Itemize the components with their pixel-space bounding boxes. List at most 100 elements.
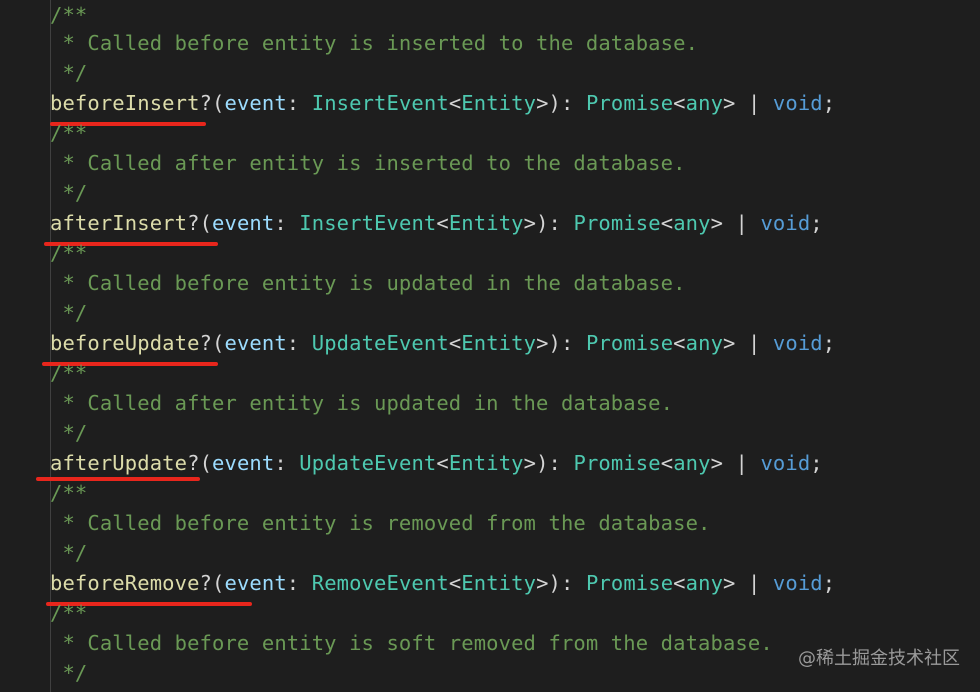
colon: : [286, 571, 312, 595]
code-editor[interactable]: /** * Called before entity is inserted t… [0, 0, 980, 692]
any-type: any [685, 91, 724, 115]
void-keyword: void [760, 451, 811, 475]
colon: : [274, 451, 300, 475]
comment-open: /** [50, 481, 88, 505]
method-name: afterUpdate [50, 451, 188, 475]
optional-token: ? [199, 91, 213, 115]
method-signature-before-update: beforeUpdate?(event: UpdateEvent<Entity>… [50, 328, 835, 358]
gt: > [710, 451, 724, 475]
gt-close: >): [536, 91, 586, 115]
param-name: event [224, 571, 287, 595]
comment-close: */ [50, 181, 88, 205]
lt: < [673, 331, 686, 355]
gt-close: >): [523, 451, 574, 475]
optional-token: ? [199, 331, 213, 355]
comment-open: /** [50, 361, 88, 385]
pipe: | [735, 571, 773, 595]
comment-open: /** [50, 3, 88, 27]
lt: < [660, 451, 674, 475]
comment-close: */ [50, 541, 88, 565]
lt: < [673, 91, 686, 115]
method-signature-after-update: afterUpdate?(event: UpdateEvent<Entity>)… [50, 448, 823, 478]
promise-type: Promise [585, 331, 674, 355]
method-signature-before-insert: beforeInsert?(event: InsertEvent<Entity>… [50, 88, 835, 118]
method-name: beforeRemove [50, 571, 200, 595]
open-paren: ( [212, 91, 225, 115]
pipe: | [735, 91, 773, 115]
method-signature-before-remove: beforeRemove?(event: RemoveEvent<Entity>… [50, 568, 835, 598]
comment-body: * Called after entity is inserted to the… [50, 151, 686, 175]
event-type: UpdateEvent [311, 331, 449, 355]
open-paren: ( [212, 571, 225, 595]
semicolon: ; [822, 91, 836, 115]
entity-type: Entity [448, 211, 524, 235]
comment-close: */ [50, 301, 88, 325]
any-type: any [673, 211, 711, 235]
gt-close: >): [536, 331, 586, 355]
semicolon: ; [810, 451, 823, 475]
entity-type: Entity [461, 571, 537, 595]
pipe: | [723, 451, 761, 475]
gt: > [723, 571, 736, 595]
comment-open: /** [50, 601, 88, 625]
promise-type: Promise [573, 451, 661, 475]
event-type: UpdateEvent [299, 451, 437, 475]
void-keyword: void [772, 91, 823, 115]
promise-type: Promise [573, 211, 661, 235]
pipe: | [735, 331, 773, 355]
comment-close: */ [50, 421, 88, 445]
lt: < [448, 571, 462, 595]
open-paren: ( [199, 211, 213, 235]
pipe: | [723, 211, 761, 235]
any-type: any [673, 451, 711, 475]
semicolon: ; [822, 331, 836, 355]
gt: > [723, 91, 736, 115]
colon: : [286, 331, 312, 355]
comment-close: */ [50, 61, 88, 85]
void-keyword: void [760, 211, 811, 235]
event-type: InsertEvent [311, 91, 449, 115]
gt: > [710, 211, 724, 235]
open-paren: ( [212, 331, 225, 355]
void-keyword: void [772, 331, 823, 355]
event-type: RemoveEvent [311, 571, 449, 595]
gt-close: >): [523, 211, 574, 235]
comment-open: /** [50, 241, 88, 265]
optional-token: ? [187, 451, 200, 475]
void-keyword: void [772, 571, 823, 595]
param-name: event [224, 331, 287, 355]
optional-token: ? [187, 211, 200, 235]
gt-close: >): [536, 571, 586, 595]
colon: : [286, 91, 312, 115]
entity-type: Entity [461, 331, 537, 355]
event-type: InsertEvent [299, 211, 437, 235]
method-name: afterInsert [50, 211, 188, 235]
promise-type: Promise [585, 571, 674, 595]
entity-type: Entity [461, 91, 537, 115]
promise-type: Promise [585, 91, 674, 115]
method-name: beforeInsert [50, 91, 200, 115]
method-signature-after-insert: afterInsert?(event: InsertEvent<Entity>)… [50, 208, 823, 238]
lt: < [660, 211, 674, 235]
colon: : [274, 211, 300, 235]
open-paren: ( [199, 451, 213, 475]
param-name: event [224, 91, 287, 115]
param-name: event [212, 211, 275, 235]
entity-type: Entity [448, 451, 524, 475]
lt: < [436, 451, 449, 475]
any-type: any [685, 571, 724, 595]
comment-body: * Called before entity is inserted to th… [50, 31, 699, 55]
lt: < [673, 571, 686, 595]
comment-body: * Called before entity is soft removed f… [50, 631, 773, 655]
comment-close: */ [50, 661, 88, 685]
lt: < [448, 91, 462, 115]
lt: < [448, 331, 462, 355]
gt: > [723, 331, 736, 355]
comment-body: * Called before entity is updated in the… [50, 271, 686, 295]
comment-body: * Called after entity is updated in the … [50, 391, 674, 415]
optional-token: ? [199, 571, 213, 595]
lt: < [436, 211, 449, 235]
comment-open: /** [50, 121, 88, 145]
semicolon: ; [822, 571, 836, 595]
semicolon: ; [810, 211, 823, 235]
